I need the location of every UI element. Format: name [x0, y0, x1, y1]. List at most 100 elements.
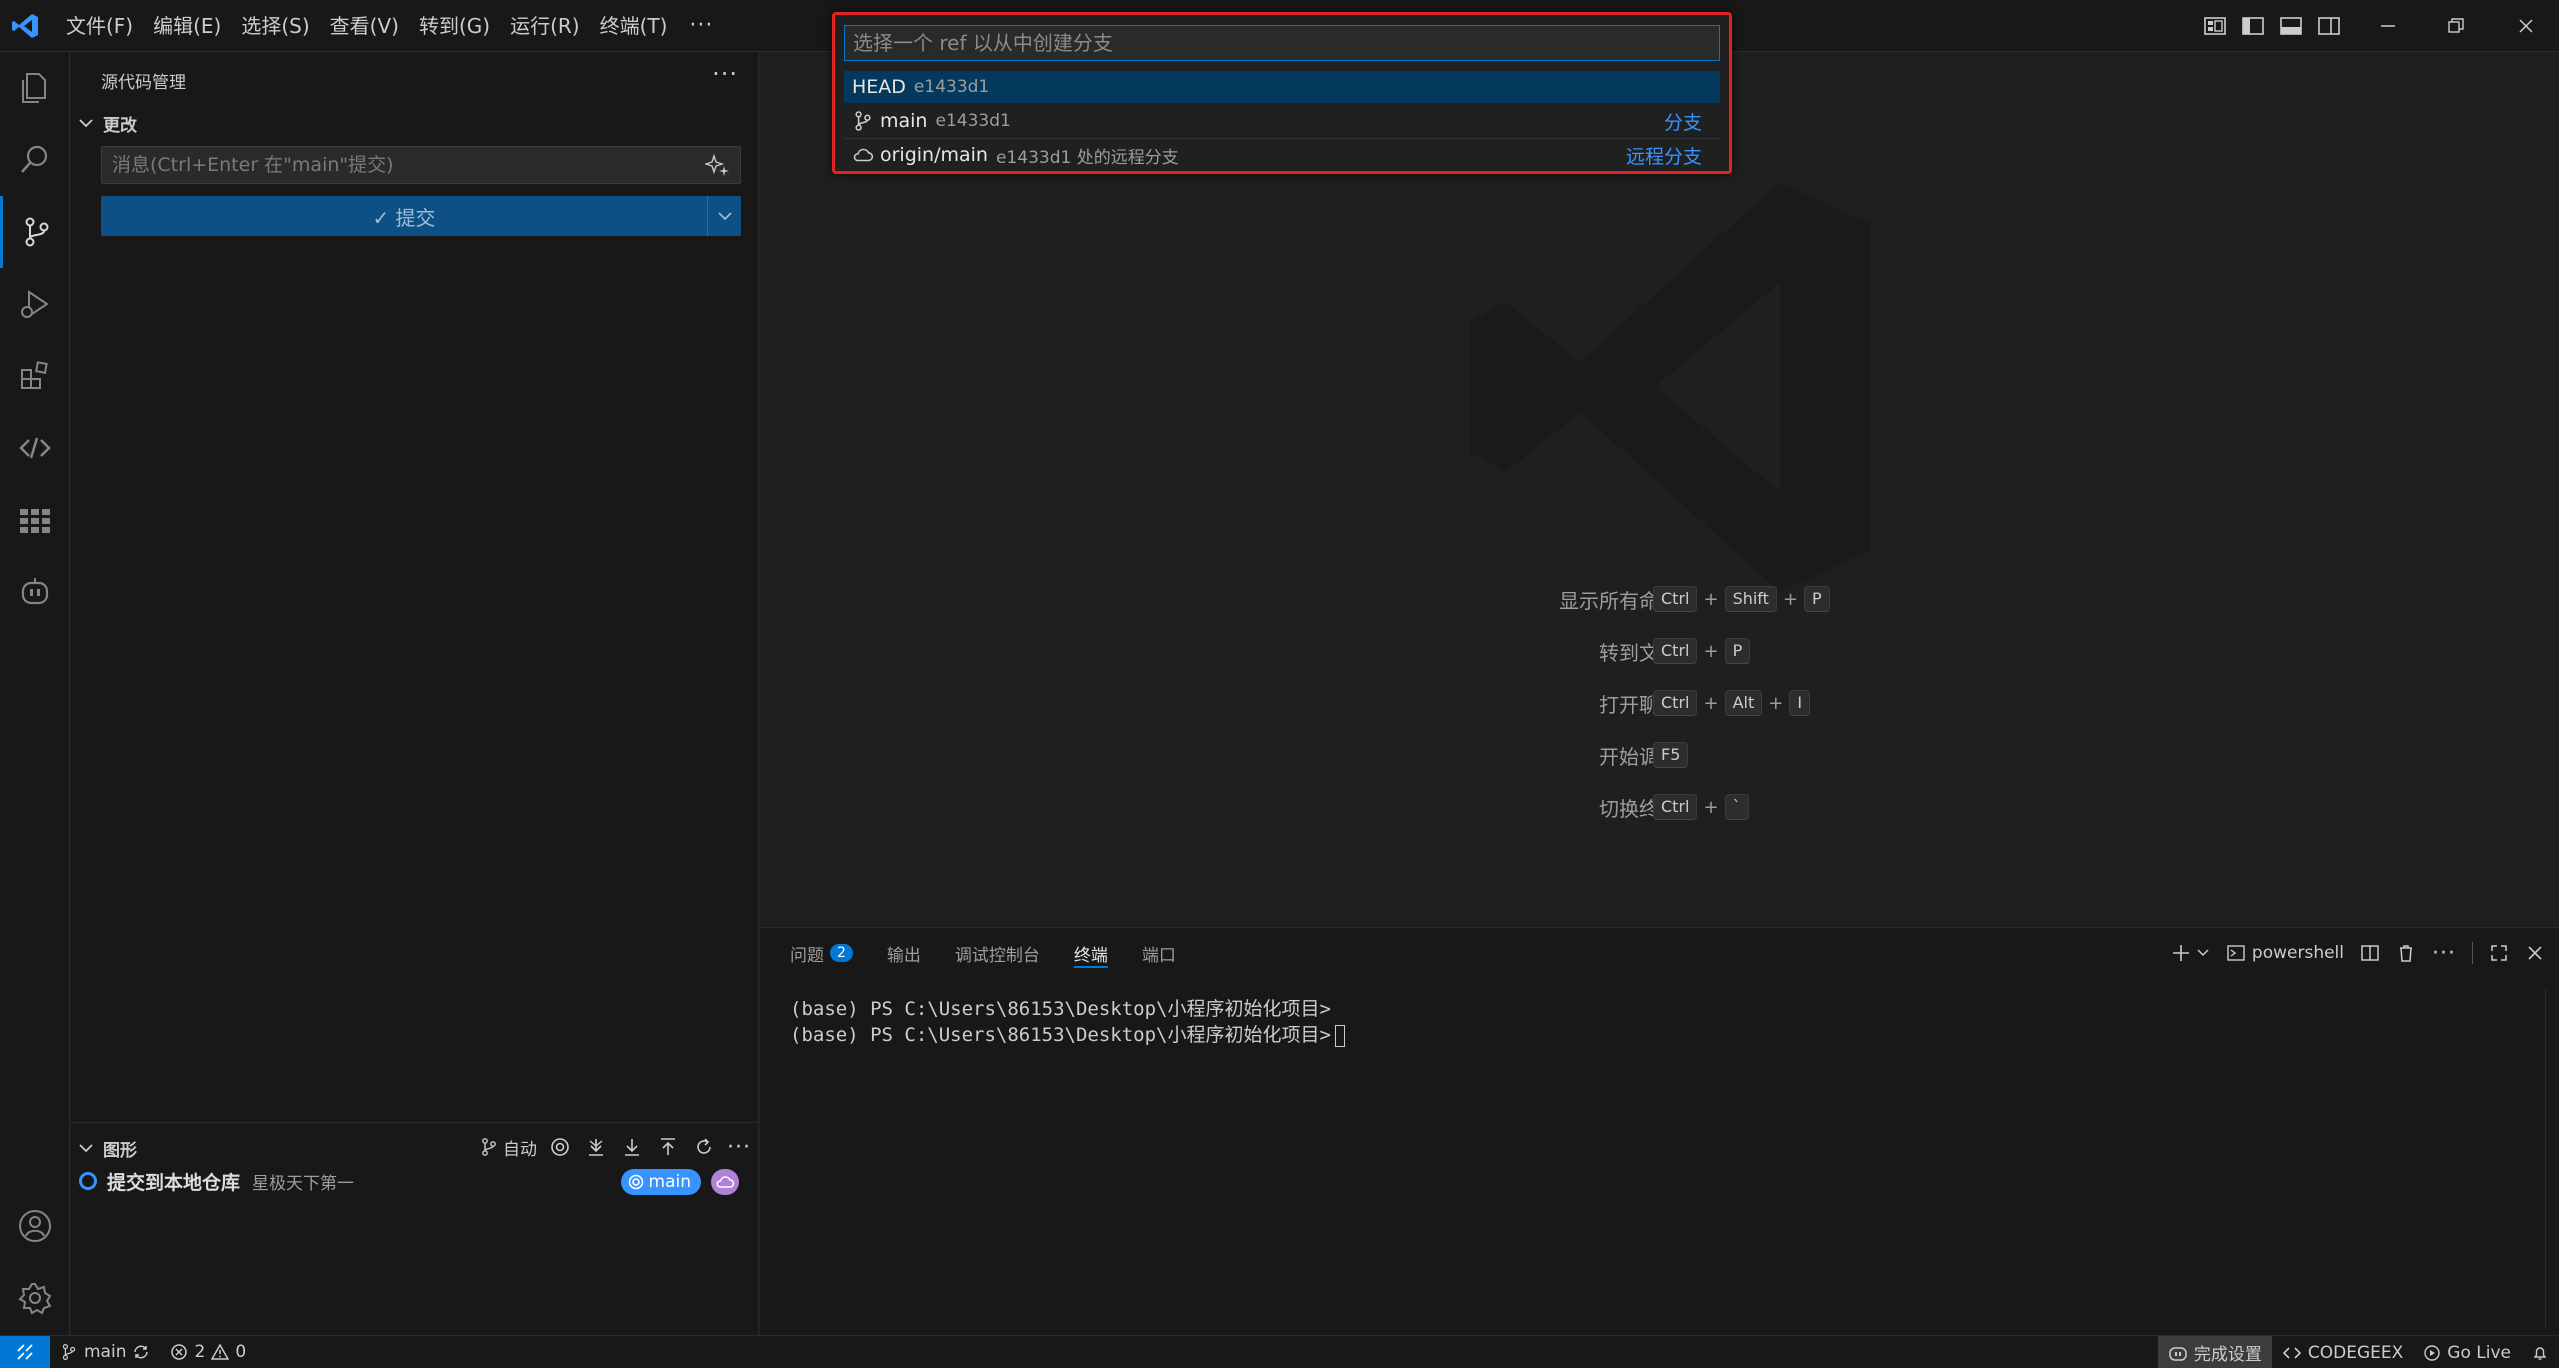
refresh-icon[interactable]: [691, 1134, 717, 1160]
explorer-icon[interactable]: [0, 52, 70, 124]
toggle-panel-icon[interactable]: [2278, 13, 2304, 39]
fetch-icon[interactable]: [583, 1134, 609, 1160]
graph-section-header[interactable]: 图形: [77, 1133, 137, 1163]
minimize-button[interactable]: [2368, 10, 2408, 42]
tab-terminal[interactable]: 终端: [1073, 928, 1108, 978]
search-icon[interactable]: [0, 124, 70, 196]
close-panel-icon[interactable]: [2525, 943, 2545, 963]
tab-debug-console[interactable]: 调试控制台: [955, 928, 1040, 978]
terminal-line: (base) PS C:\Users\86153\Desktop\小程序初始化项…: [790, 1024, 1331, 1046]
broadcast-icon: [2424, 1344, 2440, 1361]
target-icon[interactable]: [547, 1134, 573, 1160]
terminal-scrollbar[interactable]: [2545, 988, 2551, 1328]
toggle-primary-sidebar-icon[interactable]: [2240, 13, 2266, 39]
shortcut-keys: Ctrl + Alt + I: [1653, 690, 1811, 716]
shortcut-row: 打开聊天 Ctrl + Alt + I: [760, 688, 2559, 718]
restore-button[interactable]: [2436, 10, 2476, 42]
menu-file[interactable]: 文件(F): [56, 8, 143, 44]
new-terminal-button[interactable]: [2170, 942, 2210, 964]
status-branch[interactable]: main: [50, 1336, 160, 1368]
commit-button[interactable]: ✓ 提交: [101, 196, 707, 236]
graph-auto-branch-button[interactable]: 自动: [479, 1135, 537, 1160]
ref-option-head[interactable]: HEAD e1433d1: [844, 71, 1720, 103]
close-window-button[interactable]: [2506, 10, 2546, 42]
branch-icon: [482, 1138, 496, 1156]
split-terminal-icon[interactable]: [2360, 943, 2380, 963]
source-control-icon[interactable]: [0, 196, 70, 268]
menu-run[interactable]: 运行(R): [500, 8, 590, 44]
graph-more-actions-icon[interactable]: ···: [727, 1135, 751, 1160]
remote-cloud-badge: [711, 1169, 739, 1195]
customize-layout-icon[interactable]: [2202, 13, 2228, 39]
ref-option-origin-main[interactable]: origin/main e1433d1 处的远程分支 远程分支: [844, 139, 1720, 171]
chevron-down-icon: [717, 212, 732, 221]
key: `: [1724, 794, 1749, 820]
sidebar-more-actions-icon[interactable]: ···: [712, 60, 738, 88]
ref-option-main[interactable]: main e1433d1 分支: [844, 105, 1720, 137]
tab-problems[interactable]: 问题 2: [790, 928, 853, 978]
ref-search-input[interactable]: [844, 25, 1720, 61]
tab-output[interactable]: 输出: [887, 928, 921, 978]
commit-button-label: ✓ 提交: [372, 205, 436, 230]
ref-name: origin/main: [880, 144, 988, 166]
maximize-panel-icon[interactable]: [2489, 943, 2509, 963]
status-problems[interactable]: 2 0: [160, 1336, 256, 1368]
commit-node-icon: [79, 1172, 97, 1190]
status-notifications[interactable]: [2521, 1336, 2559, 1368]
menu-go[interactable]: 转到(G): [409, 8, 500, 44]
terminal-shell-selector[interactable]: powershell: [2226, 943, 2344, 963]
status-codegeex[interactable]: CODEGEEX: [2272, 1336, 2413, 1368]
shortcut-row: 转到文件 Ctrl + P: [760, 636, 2559, 666]
key-plus: +: [1782, 588, 1799, 610]
toolbar-divider: [2472, 942, 2473, 964]
tab-ports[interactable]: 端口: [1142, 928, 1176, 978]
remote-explorer-icon[interactable]: [0, 412, 70, 484]
branch-badge-label: main: [648, 1172, 691, 1192]
apps-grid-icon[interactable]: [0, 484, 70, 556]
shortcut-keys: Ctrl + Shift + P: [1653, 586, 1830, 612]
copilot-chat-icon[interactable]: [0, 556, 70, 628]
restore-icon: [2448, 18, 2464, 33]
panel-more-actions-icon[interactable]: ···: [2432, 941, 2456, 966]
terminal-output[interactable]: (base) PS C:\Users\86153\Desktop\小程序初始化项…: [790, 996, 1345, 1048]
run-debug-icon[interactable]: [0, 268, 70, 340]
commit-message-input[interactable]: [101, 146, 741, 184]
codegeex-icon: [2282, 1346, 2302, 1359]
menu-view[interactable]: 查看(V): [320, 8, 409, 44]
generate-commit-message-icon[interactable]: [705, 152, 731, 178]
trash-icon[interactable]: [2396, 943, 2416, 963]
toggle-secondary-sidebar-icon[interactable]: [2316, 13, 2342, 39]
accounts-icon[interactable]: [0, 1190, 70, 1262]
key-plus: +: [1703, 640, 1719, 662]
shortcut-keys: F5: [1653, 742, 1689, 768]
key-plus: +: [1703, 588, 1719, 610]
push-icon[interactable]: [655, 1134, 681, 1160]
remote-indicator-button[interactable]: [0, 1335, 50, 1368]
sync-icon[interactable]: [132, 1343, 150, 1361]
graph-label: 图形: [103, 1140, 137, 1161]
shortcut-keys: Ctrl + P: [1653, 638, 1751, 664]
graph-commit-row[interactable]: 提交到本地仓库 星极天下第一 main: [79, 1165, 749, 1197]
key: Ctrl: [1653, 794, 1698, 820]
key: I: [1789, 690, 1811, 716]
key-plus: +: [1703, 692, 1719, 714]
chevron-down-icon: [2197, 949, 2209, 957]
error-icon: [171, 1344, 188, 1360]
vscode-logo-icon: [12, 14, 38, 38]
status-bar-right: 完成设置 CODEGEEX Go Live: [2157, 1336, 2559, 1368]
copilot-icon: [2169, 1346, 2187, 1361]
status-finish-setup[interactable]: 完成设置: [2157, 1336, 2272, 1368]
extensions-icon[interactable]: [0, 340, 70, 412]
status-bar: main 2 0 完成设置 CODEGEEX Go Live: [0, 1335, 2559, 1368]
settings-gear-icon[interactable]: [0, 1262, 70, 1334]
menu-edit[interactable]: 编辑(E): [143, 8, 231, 44]
commit-options-dropdown[interactable]: [707, 196, 741, 236]
changes-section-header[interactable]: 更改: [77, 108, 137, 138]
pull-icon[interactable]: [619, 1134, 645, 1160]
menu-selection[interactable]: 选择(S): [231, 8, 319, 44]
panel-tabs: 问题 2 输出 调试控制台 终端 端口: [790, 928, 1176, 978]
status-go-live[interactable]: Go Live: [2413, 1336, 2521, 1368]
ref-name: HEAD: [852, 76, 906, 98]
menu-terminal[interactable]: 终端(T): [590, 8, 678, 44]
menu-more-icon[interactable]: ···: [677, 8, 725, 44]
